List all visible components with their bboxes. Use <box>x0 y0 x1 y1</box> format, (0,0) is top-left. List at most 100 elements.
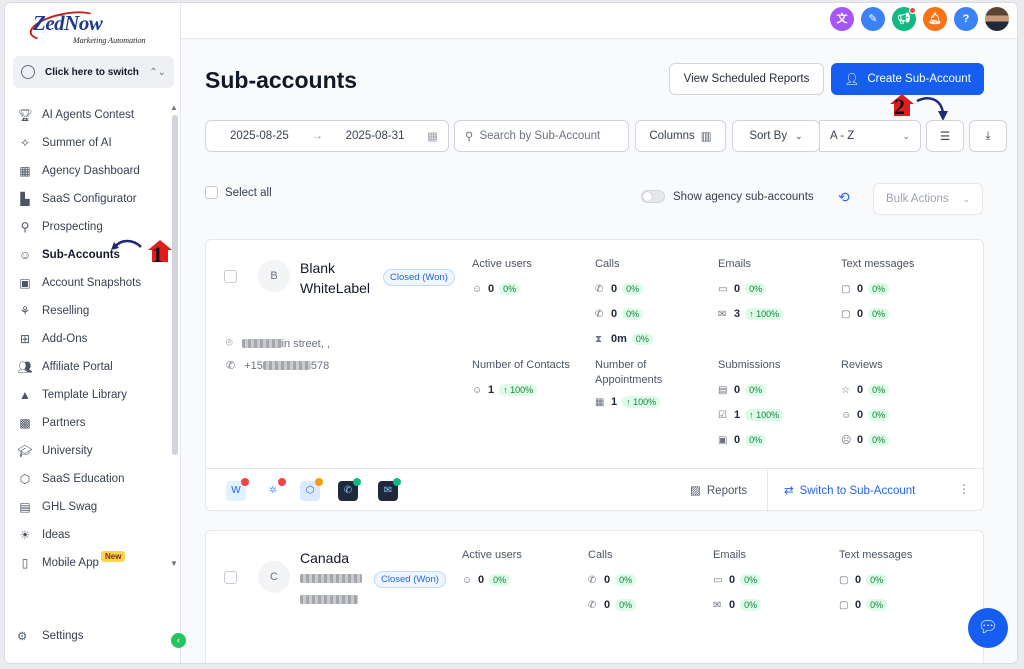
stat-row: ✆ 0 0% <box>588 597 637 613</box>
status-badge: Closed (Won) <box>374 571 446 588</box>
email-app-icon[interactable]: ✉ <box>378 478 401 501</box>
sort-by-dropdown[interactable]: Sort By ⌄ <box>732 120 820 152</box>
sidebar-item-prospecting[interactable]: ⚲ Prospecting <box>5 213 175 241</box>
account-switcher[interactable]: Click here to switch ⌃⌄ <box>13 56 174 88</box>
integration-icon[interactable]: ✲ <box>263 478 286 501</box>
account-name[interactable]: Blank WhiteLabel <box>300 258 382 298</box>
survey-icon: ▣ <box>718 434 728 446</box>
message-in-icon: ▢ <box>839 574 849 586</box>
account-name[interactable]: Canada <box>300 548 382 568</box>
users-icon: ☺ <box>462 574 473 586</box>
sidebar-item-university[interactable]: 🎓︎ University <box>5 437 175 465</box>
help-icon[interactable]: ? <box>954 7 978 31</box>
show-agency-toggle-row[interactable]: Show agency sub-accounts <box>641 190 814 203</box>
stat-pct: 0% <box>868 409 890 421</box>
users-icon: ☺ <box>472 283 483 295</box>
domain-icon[interactable]: ⬡ <box>300 478 323 501</box>
chevron-updown-icon: ⌃⌄ <box>149 66 166 78</box>
date-from[interactable]: 2025-08-25 <box>230 130 289 142</box>
download-button[interactable]: ⤓ <box>969 120 1007 152</box>
reports-button[interactable]: ▨ Reports <box>690 483 747 497</box>
sparkle-icon: ✧ <box>19 136 31 150</box>
megaphone-icon[interactable]: 📢︎ <box>892 7 916 31</box>
user-icon: ☺ <box>472 384 483 396</box>
create-sub-account-button[interactable]: 👤︎ Create Sub-Account <box>831 63 984 95</box>
stat-pct: ↑ 100% <box>745 308 784 320</box>
stat-label: Emails <box>718 258 752 270</box>
stat-value: 0m <box>611 333 627 345</box>
new-badge: New <box>101 551 126 562</box>
search-input[interactable]: ⚲ Search by Sub-Account <box>454 120 629 152</box>
stat-value: 0 <box>488 283 495 295</box>
history-icon[interactable]: ⟲ <box>838 189 850 206</box>
card-checkbox[interactable] <box>224 270 237 283</box>
phone-outgoing-icon: ✆ <box>588 599 597 611</box>
more-options-icon[interactable]: ⋮ <box>958 482 970 496</box>
sidebar-item-label: Ideas <box>42 529 71 541</box>
select-all-label: Select all <box>225 186 272 199</box>
select-all[interactable]: Select all <box>205 186 272 199</box>
user-avatar[interactable] <box>985 7 1009 31</box>
smile-icon: ☺ <box>841 409 852 421</box>
sidebar-item-label: AI Agents Contest <box>42 109 135 121</box>
sidebar-item-ghl-swag[interactable]: ▤ GHL Swag <box>5 493 175 521</box>
sidebar-item-reselling[interactable]: ⚘ Reselling <box>5 297 175 325</box>
redacted-text <box>262 361 311 370</box>
view-scheduled-reports-button[interactable]: View Scheduled Reports <box>669 63 824 95</box>
message-in-icon: ▢ <box>841 283 851 295</box>
bulk-actions-dropdown[interactable]: Bulk Actions ⌄ <box>873 183 983 215</box>
reports-label: Reports <box>706 485 748 497</box>
stat-pct: 0% <box>868 434 890 446</box>
stat-label: Calls <box>595 258 620 270</box>
arrow-right-icon: → <box>311 130 323 142</box>
sidebar-item-ideas[interactable]: ☀ Ideas <box>5 521 175 549</box>
sidebar-item-ai-agents-contest[interactable]: 🏆︎ AI Agents Contest <box>5 101 175 129</box>
ticket-icon[interactable]: ✎ <box>861 7 885 31</box>
sidebar-item-mobile-app[interactable]: ▯ Mobile App New <box>5 549 175 577</box>
sidebar-item-settings[interactable]: ⚙ Settings <box>17 629 84 643</box>
sort-order-value: A - Z <box>830 130 855 142</box>
sidebar-item-partners[interactable]: ▩ Partners <box>5 409 175 437</box>
sidebar-item-add-ons[interactable]: ⊞ Add-Ons <box>5 325 175 353</box>
date-range-picker[interactable]: 2025-08-25 → 2025-08-31 ▦ <box>205 120 449 152</box>
sidebar-item-agency-dashboard[interactable]: ▦ Agency Dashboard <box>5 157 175 185</box>
switch-arrows-icon: ⇄ <box>784 485 794 497</box>
filter-button[interactable]: ☰ <box>926 120 964 152</box>
stat-row: ☺ 0 0% <box>472 281 532 297</box>
card-checkbox[interactable] <box>224 571 237 584</box>
chat-bubble-icon[interactable]: 💬︎ <box>968 608 1008 648</box>
date-to[interactable]: 2025-08-31 <box>346 130 405 142</box>
stat-row: ☺ 1 ↑ 100% <box>472 382 570 398</box>
sidebar-item-saas-configurator[interactable]: ▙ SaaS Configurator <box>5 185 175 213</box>
pct-text: 100% <box>756 410 780 420</box>
stat-pct: 0% <box>866 599 888 611</box>
stat-pct: 0% <box>631 333 653 345</box>
stat-emails: Emails ▭ 0 0% ✉ 3 ↑ 100% <box>718 257 784 322</box>
stat-value: 0 <box>855 574 862 586</box>
sidebar-item-saas-education[interactable]: ⬡ SaaS Education <box>5 465 175 493</box>
switch-to-sub-account-button[interactable]: ⇄ Switch to Sub-Account <box>784 483 915 497</box>
sidebar-item-affiliate-portal[interactable]: 👥︎ Affiliate Portal <box>5 353 175 381</box>
stat-value: 0 <box>857 283 864 295</box>
translate-icon[interactable]: 文 <box>830 7 854 31</box>
phone-app-icon[interactable]: ✆ <box>338 478 361 501</box>
stat-row: ⧗ 0m 0% <box>595 331 653 347</box>
sidebar-item-label: Reselling <box>42 305 90 317</box>
sidebar-item-template-library[interactable]: ▲ Template Library <box>5 381 175 409</box>
sidebar-item-account-snapshots[interactable]: ▣ Account Snapshots <box>5 269 175 297</box>
phone-outgoing-icon: ✆ <box>595 308 604 320</box>
download-icon: ⤓ <box>985 129 991 142</box>
bell-icon[interactable]: 🔔︎ <box>923 7 947 31</box>
sort-order-select[interactable]: A - Z ⌄ <box>819 120 921 152</box>
account-address: ⌾ in street, , <box>226 337 330 350</box>
columns-button[interactable]: Columns ▥ <box>635 120 726 152</box>
stat-appointments: Number of Appointments ▦ 1 ↑ 100% <box>595 358 685 410</box>
show-agency-toggle[interactable] <box>641 190 665 203</box>
sidebar-item-summer-of-ai[interactable]: ✧ Summer of AI <box>5 129 175 157</box>
stat-label: Calls <box>588 549 613 561</box>
wordpress-icon[interactable]: W <box>226 478 249 501</box>
select-all-checkbox[interactable] <box>205 186 218 199</box>
graduation-icon: 🎓︎ <box>17 444 33 458</box>
gear-icon: ⚙ <box>17 631 28 643</box>
logo[interactable]: ZedNow Marketing Automation <box>27 6 157 47</box>
